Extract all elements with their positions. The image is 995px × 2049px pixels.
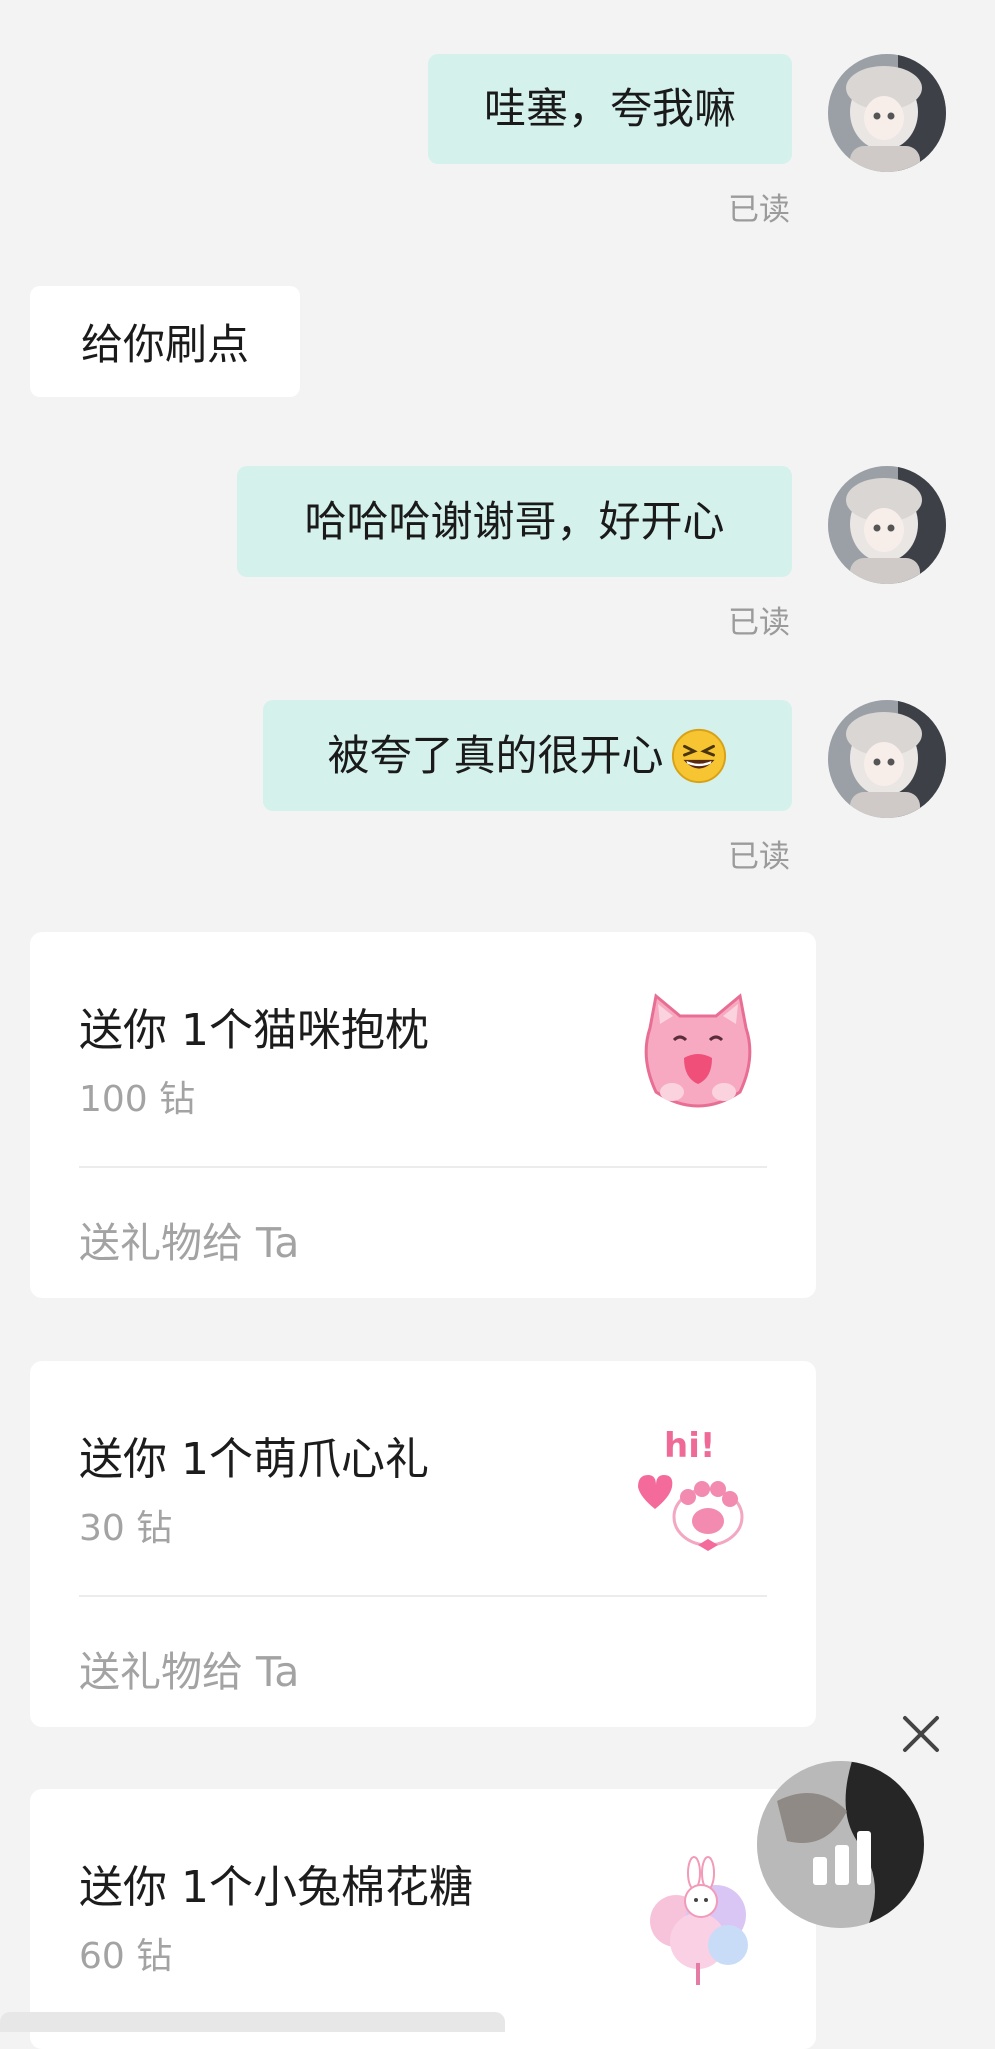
gift-price: 60 钻 <box>79 1936 173 1977</box>
avatar-image <box>828 700 946 818</box>
close-icon[interactable] <box>899 1712 943 1756</box>
message-bubble-outgoing[interactable]: 哇塞，夸我嘛 <box>428 54 792 164</box>
home-indicator-bar <box>0 2012 505 2032</box>
cat-pillow-icon <box>644 993 752 1108</box>
message-bubble-outgoing[interactable]: 被夸了真的很开心 <box>263 700 792 811</box>
gift-price: 30 钻 <box>79 1508 173 1549</box>
grinning-squinting-face-icon <box>671 728 726 783</box>
read-status: 已读 <box>728 839 790 875</box>
avatar[interactable] <box>828 700 946 818</box>
gift-card[interactable]: 送你 1个小兔棉花糖 60 钻 <box>30 1789 816 2049</box>
divider <box>79 1595 767 1597</box>
divider <box>79 1166 767 1168</box>
gift-card[interactable]: 送你 1个萌爪心礼 30 钻 hi! 送礼物给 Ta <box>30 1361 816 1727</box>
message-text: 被夸了真的很开心 <box>327 730 664 780</box>
voice-room-button[interactable] <box>757 1761 924 1928</box>
read-status: 已读 <box>728 192 790 228</box>
message-text: 哇塞，夸我嘛 <box>483 84 736 133</box>
message-bubble-outgoing[interactable]: 哈哈哈谢谢哥，好开心 <box>237 466 792 577</box>
message-bubble-incoming[interactable]: 给你刷点 <box>30 286 300 397</box>
avatar-image <box>828 54 946 172</box>
message-text: 哈哈哈谢谢哥，好开心 <box>304 496 725 546</box>
avatar[interactable] <box>828 54 946 172</box>
voice-bars-icon <box>757 1761 924 1928</box>
paw-heart-icon: hi! <box>638 1426 744 1551</box>
gift-card[interactable]: 送你 1个猫咪抱枕 100 钻 送礼物给 Ta <box>30 932 816 1298</box>
avatar-image <box>828 466 946 584</box>
bunny-cotton-candy-icon <box>650 1856 748 1985</box>
avatar[interactable] <box>828 466 946 584</box>
gift-title: 送你 1个萌爪心礼 <box>79 1434 429 1485</box>
svg-text:hi!: hi! <box>664 1426 715 1466</box>
gift-title: 送你 1个猫咪抱枕 <box>79 1005 429 1056</box>
gift-price: 100 钻 <box>79 1079 196 1120</box>
send-gift-link[interactable]: 送礼物给 Ta <box>79 1638 299 1698</box>
send-gift-link[interactable]: 送礼物给 Ta <box>79 1209 299 1269</box>
message-text: 给你刷点 <box>80 320 249 369</box>
gift-title: 送你 1个小兔棉花糖 <box>79 1862 473 1913</box>
read-status: 已读 <box>728 605 790 641</box>
